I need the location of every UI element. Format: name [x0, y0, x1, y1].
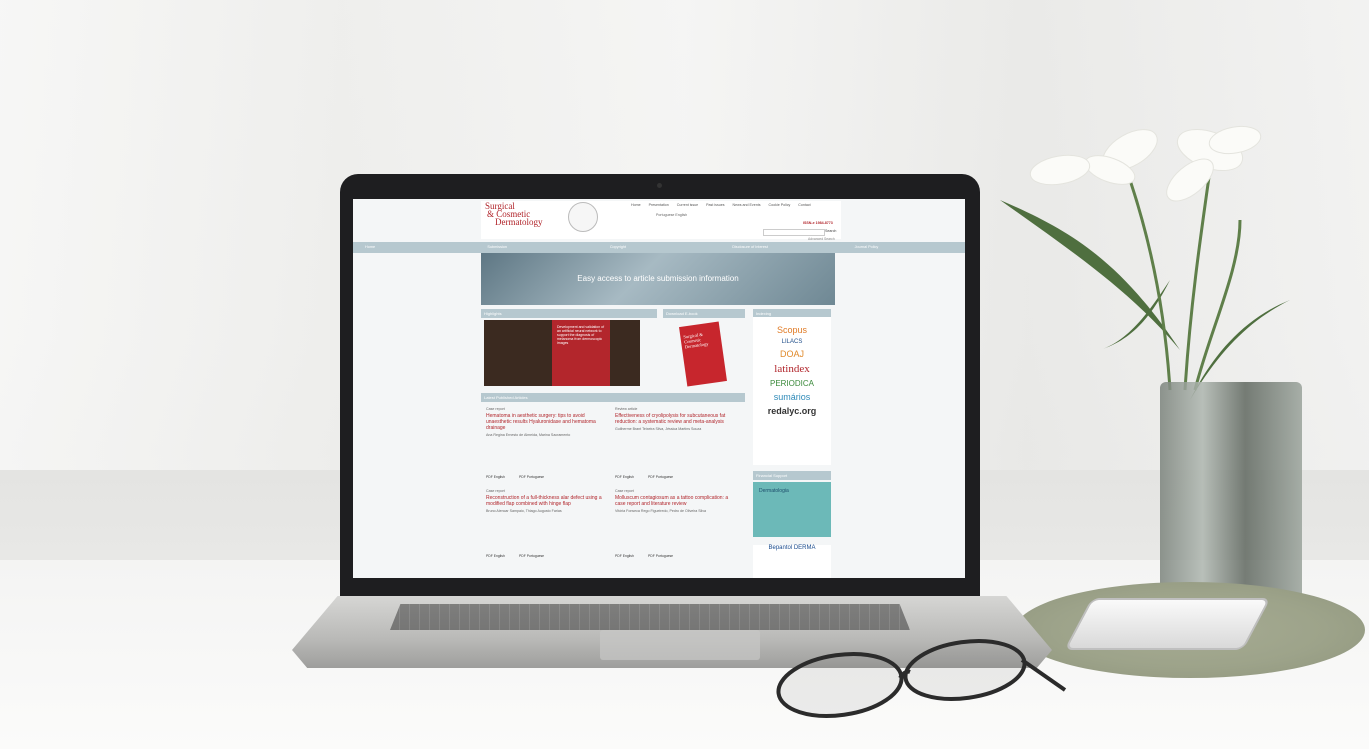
- laptop-lid: Surgical & Cosmetic Dermatology Home Pre…: [340, 174, 980, 604]
- pdf-portuguese-link[interactable]: PDF Portuguese: [519, 475, 544, 479]
- advanced-search-link[interactable]: Advanced Search: [808, 237, 835, 241]
- hero-banner[interactable]: Easy access to article submission inform…: [481, 253, 835, 305]
- glass-vase: [1160, 382, 1302, 606]
- nav-current-issue[interactable]: Current issue: [677, 203, 698, 207]
- index-sumarios[interactable]: sumários: [753, 392, 831, 402]
- download-header: Download E-book: [663, 309, 745, 318]
- article-authors: Guilherme Brant Teixeira Silva, Jéssica …: [615, 427, 702, 431]
- indexing-list: Scopus LILACS DOAJ latindex PERIODICA su…: [753, 317, 831, 465]
- article-title[interactable]: Molluscum contagiosum as a tattoo compli…: [615, 495, 735, 507]
- issn-label: ISSN-e 1984-8773: [803, 221, 833, 225]
- nav-news[interactable]: News and Events: [733, 203, 761, 207]
- article-type: Review article: [615, 407, 638, 411]
- index-periodica[interactable]: PERIODICA: [753, 379, 831, 388]
- article-authors: Bruno Alencar Sampaio, Thiago Augusto Fa…: [486, 509, 562, 513]
- pdf-english-link[interactable]: PDF English: [486, 475, 505, 479]
- article-authors: Ana Regina Ernesto de Almeida, Marina Sa…: [486, 433, 571, 437]
- main-nav-disclosure[interactable]: Disclosure of Interest: [720, 242, 842, 253]
- support-banner[interactable]: Dermatologia: [753, 482, 831, 537]
- laptop-keyboard: [390, 604, 910, 630]
- article-title[interactable]: Reconstruction of a full-thickness alar …: [486, 495, 606, 507]
- index-scopus[interactable]: Scopus: [753, 325, 831, 335]
- main-nav: Home Submission Copyright Disclosure of …: [353, 242, 965, 253]
- pdf-portuguese-link[interactable]: PDF Portuguese: [648, 554, 673, 558]
- pdf-portuguese-link[interactable]: PDF Portuguese: [519, 554, 544, 558]
- eyeglasses: [776, 639, 1067, 718]
- pdf-english-link[interactable]: PDF English: [615, 475, 634, 479]
- article-type: Case report: [615, 489, 634, 493]
- pdf-english-link[interactable]: PDF English: [615, 554, 634, 558]
- site-logo[interactable]: Surgical & Cosmetic Dermatology: [485, 202, 543, 227]
- nav-presentation[interactable]: Presentation: [649, 203, 669, 207]
- logo-line-3: Dermatology: [495, 217, 543, 227]
- nav-contact[interactable]: Contact: [798, 203, 810, 207]
- article-card[interactable]: Case report Reconstruction of a full-thi…: [486, 489, 606, 513]
- search-input[interactable]: [763, 229, 825, 236]
- pdf-portuguese-link[interactable]: PDF Portuguese: [648, 475, 673, 479]
- webcam-icon: [657, 183, 662, 188]
- index-redalyc[interactable]: redalyc.org: [753, 406, 831, 416]
- society-seal-icon: [568, 202, 598, 232]
- article-type: Case report: [486, 489, 505, 493]
- main-nav-copyright[interactable]: Copyright: [598, 242, 720, 253]
- index-lilacs[interactable]: LILACS: [753, 339, 831, 345]
- top-nav: Home Presentation Current issue Past iss…: [631, 203, 811, 207]
- article-title[interactable]: Effectiveness of cryolipolysis for subcu…: [615, 413, 735, 425]
- laptop-trackpad: [600, 630, 760, 660]
- flower-plant: [1000, 125, 1290, 400]
- pdf-english-link[interactable]: PDF English: [486, 554, 505, 558]
- article-card[interactable]: Case report Hematoma in aesthetic surger…: [486, 407, 606, 437]
- main-nav-submission[interactable]: Submission: [475, 242, 597, 253]
- highlights-header: Highlights: [481, 309, 657, 318]
- latest-articles-header: Latest Published Articles: [481, 393, 745, 402]
- article-type: Case report: [486, 407, 505, 411]
- nav-cookie-policy[interactable]: Cookie Policy: [769, 203, 791, 207]
- language-switch[interactable]: Portuguese English: [656, 213, 687, 217]
- nav-home[interactable]: Home: [631, 203, 641, 207]
- hero-text: Easy access to article submission inform…: [577, 274, 739, 283]
- nav-past-issues[interactable]: Past issues: [706, 203, 724, 207]
- highlight-caption[interactable]: Development and validation of an artific…: [552, 320, 610, 386]
- bepantol-banner[interactable]: Bepantol DERMA: [753, 545, 831, 578]
- article-card[interactable]: Case report Molluscum contagiosum as a t…: [615, 489, 735, 513]
- financial-support-header: Financial Support: [753, 471, 831, 480]
- search-button[interactable]: Search: [825, 229, 836, 233]
- main-nav-journal-policy[interactable]: Journal Policy: [843, 242, 965, 253]
- index-latindex[interactable]: latindex: [753, 363, 831, 375]
- index-doaj[interactable]: DOAJ: [753, 349, 831, 359]
- article-card[interactable]: Review article Effectiveness of cryolipo…: [615, 407, 735, 431]
- laptop-screen: Surgical & Cosmetic Dermatology Home Pre…: [353, 199, 965, 578]
- smartphone: [1064, 598, 1271, 650]
- ebook-cover[interactable]: Surgical & Cosmetic Dermatology: [679, 321, 727, 387]
- article-title[interactable]: Hematoma in aesthetic surgery: tips to a…: [486, 413, 606, 431]
- article-authors: Vitória Fonseca Rego Figueiredo, Pedro d…: [615, 509, 707, 513]
- main-nav-home[interactable]: Home: [353, 242, 475, 253]
- website: Surgical & Cosmetic Dermatology Home Pre…: [353, 199, 965, 578]
